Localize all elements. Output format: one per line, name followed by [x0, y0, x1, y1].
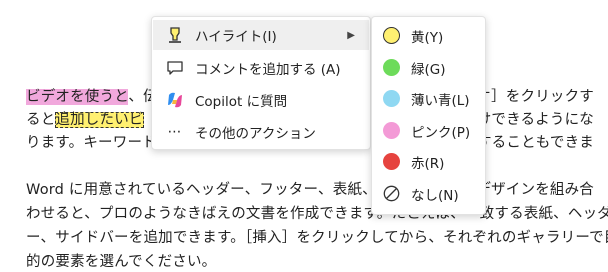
- highlight-red[interactable]: 赤(R): [372, 146, 485, 177]
- text-line: 的の要素を選んでください。: [26, 254, 217, 270]
- highlighter-icon: [165, 25, 185, 45]
- green-swatch-icon: [383, 59, 400, 76]
- menu-item-more-actions[interactable]: ⋯ その他のアクション: [153, 117, 369, 147]
- pink-highlighted-text: ビデオを使うと: [26, 89, 129, 105]
- pink-swatch-icon: [383, 122, 400, 139]
- menu-item-add-comment[interactable]: コメントを追加する (A): [153, 53, 369, 83]
- context-menu: ハイライト(I) ▶ コメントを追加する (A) Copilot に質問 ⋯ そ…: [151, 16, 371, 150]
- highlight-color-submenu: 黄(Y) 緑(G) 薄い青(L) ピンク(P) 赤(R) なし(N): [371, 16, 486, 215]
- text-line: ります。キーワード: [26, 135, 157, 151]
- text-line: することもできま: [476, 135, 594, 151]
- chevron-right-icon: ▶: [347, 29, 355, 41]
- highlight-yellow[interactable]: 黄(Y): [372, 20, 485, 51]
- selected-highlighted-text[interactable]: 追加したいビ: [55, 112, 144, 128]
- highlight-green[interactable]: 緑(G): [372, 52, 485, 83]
- text-line: ると追加したいビ: [26, 112, 144, 128]
- light-blue-swatch-icon: [383, 90, 400, 107]
- text-line: わせると、プロのようなきばえの文書を作成できます。たとえば、一致する表紙、ヘッダ: [26, 206, 608, 222]
- highlight-light-blue[interactable]: 薄い青(L): [372, 83, 485, 114]
- highlight-none[interactable]: なし(N): [372, 178, 485, 209]
- menu-item-ask-copilot[interactable]: Copilot に質問: [153, 85, 369, 115]
- highlight-pink[interactable]: ピンク(P): [372, 115, 485, 146]
- yellow-swatch-icon: [383, 27, 400, 44]
- menu-item-highlight[interactable]: ハイライト(I) ▶: [153, 20, 369, 50]
- copilot-icon: [165, 90, 185, 110]
- text-line: Word に用意されているヘッダー、フッター、表紙、テ: [26, 182, 392, 198]
- text-line: デザインを組み合: [476, 182, 594, 198]
- text-line: オ］をクリックす: [476, 89, 594, 105]
- no-highlight-icon: [383, 185, 400, 202]
- text-line: ビデオを使うと、伝: [26, 89, 158, 105]
- text-line: けできるようにな: [476, 112, 594, 128]
- more-icon: ⋯: [167, 124, 183, 140]
- comment-icon: [165, 58, 185, 78]
- red-swatch-icon: [383, 153, 400, 170]
- text-line: ー、サイドバーを追加できます。［挿入］をクリックしてから、それぞれのギャラリーで…: [26, 230, 608, 246]
